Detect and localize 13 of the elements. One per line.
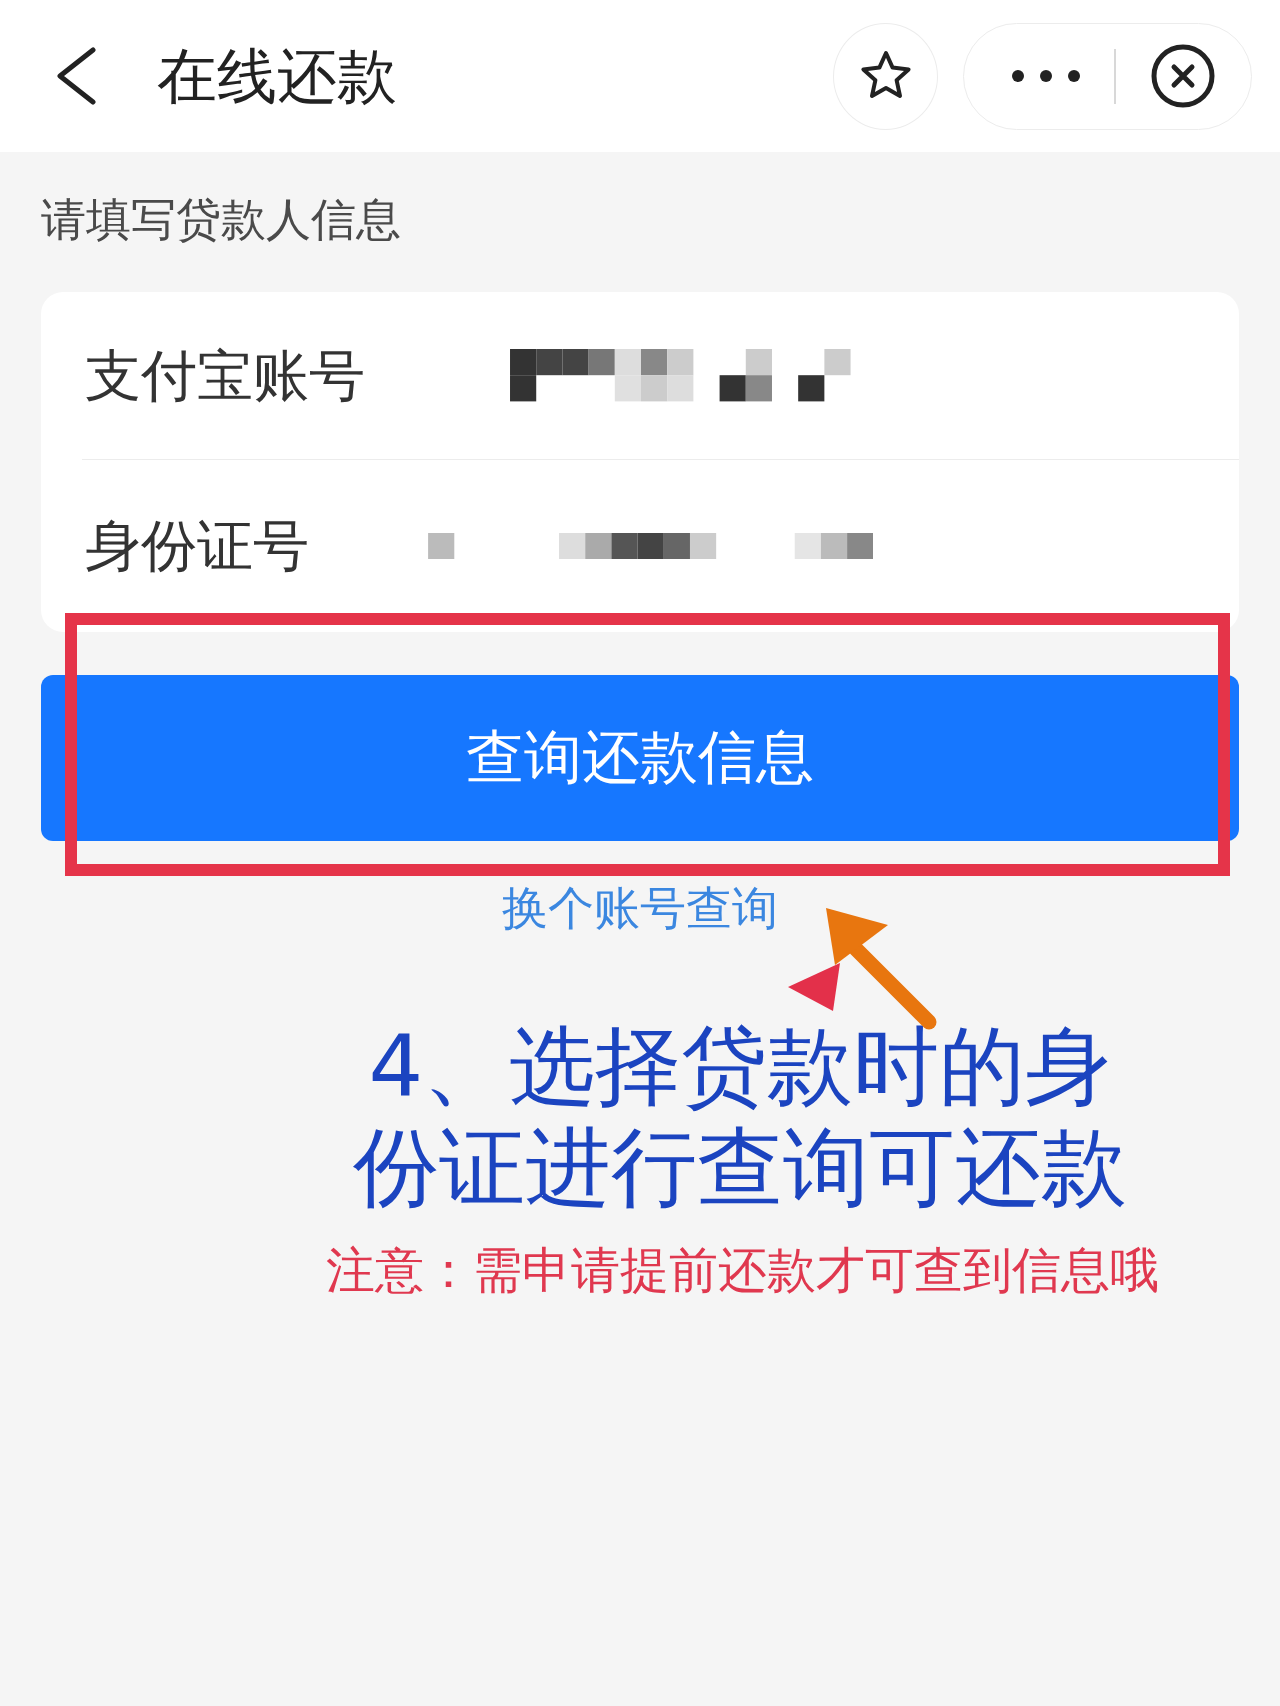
back-button[interactable] — [55, 47, 97, 105]
chevron-left-icon — [55, 47, 97, 105]
section-label: 请填写贷款人信息 — [41, 192, 401, 247]
switch-account-link[interactable]: 换个账号查询 — [502, 878, 778, 938]
more-dots-icon — [1011, 70, 1080, 82]
field-label: 身份证号 — [85, 512, 310, 580]
field-label: 支付宝账号 — [85, 341, 366, 410]
page-title: 在线还款 — [157, 40, 397, 112]
step-caption: 4、选择贷款时的身份证进行查询可还款 — [351, 1016, 1128, 1218]
pointer-triangle — [788, 963, 840, 1011]
query-button[interactable]: 查询还款信息 — [41, 675, 1239, 841]
close-icon — [1151, 44, 1216, 108]
note-text: 注意：需申请提前还款才可查到信息哦 — [326, 1241, 1159, 1301]
